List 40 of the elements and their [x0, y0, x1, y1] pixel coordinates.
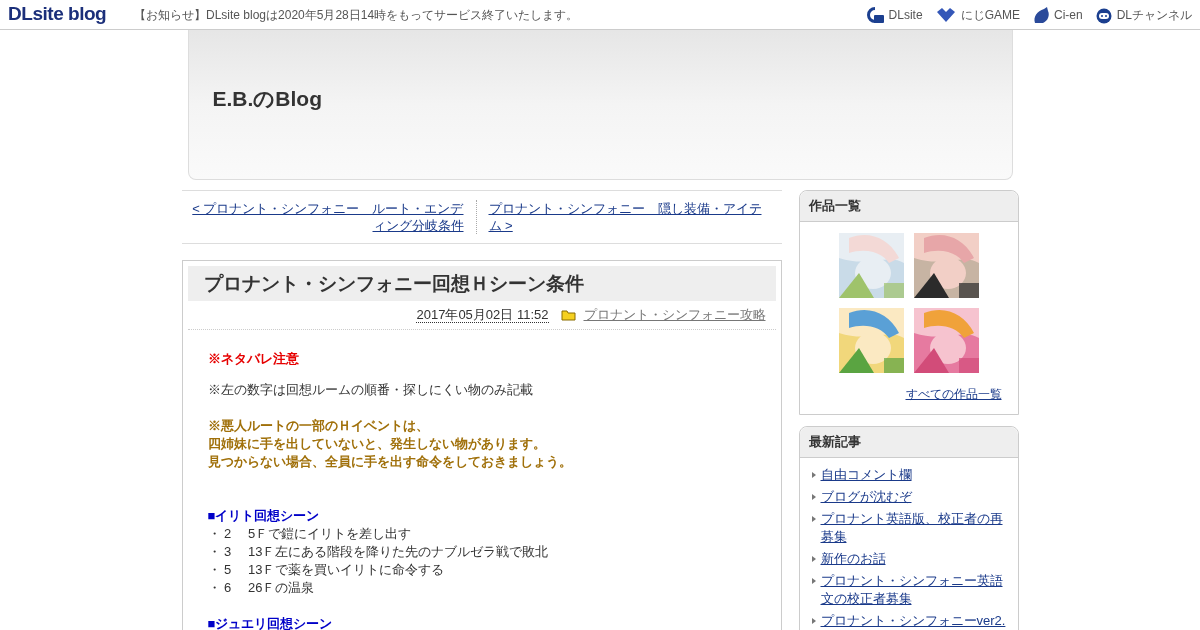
site-link[interactable]: DLsite [864, 4, 923, 25]
bullet-icon [811, 493, 816, 500]
recent-post-link[interactable]: プロナント英語版、校正者の再募集 [820, 509, 1006, 546]
panel-title: 作品一覧 [799, 191, 1018, 222]
site-link[interactable]: Ci-en [1031, 5, 1083, 24]
heart-icon [934, 5, 957, 24]
text-line: ・ 3 13Ｆ左にある階段を降りた先のナブルゼラ戦で敗北 [207, 543, 550, 561]
bullet-icon [811, 471, 816, 478]
folder-icon [560, 309, 576, 321]
recent-post-link[interactable]: ブログが沈むぞ [820, 487, 912, 506]
all-works-link[interactable]: すべての作品一覧 [905, 387, 1002, 401]
text-line: ・ 5 13Ｆで薬を買いイリトに命令する [207, 561, 446, 579]
text-line: 見つからない場合、全員に手を出す命令をしておきましょう。 [207, 453, 573, 471]
recent-post-link[interactable]: プロナント・シンフォニー英語文の校正者募集 [820, 571, 1006, 608]
next-post-link[interactable]: プロナント・シンフォニー 隠し装備・アイテム > [488, 200, 767, 234]
panel-title: 最新記事 [799, 426, 1018, 458]
section-heading: ■ジュエリ回想シーン [207, 615, 334, 630]
text-line: ※ネタバレ注意 [207, 350, 300, 368]
site-link[interactable]: にじGAME [934, 5, 1020, 24]
recent-post-link[interactable]: プロナント・シンフォニーver2. [820, 611, 1006, 630]
notice-text: 【お知らせ】DLsite blogは2020年5月28日14時をもってサービス終了いたします。 [134, 6, 579, 24]
text-line: ※悪人ルートの一部のＨイベントは、 [207, 417, 430, 435]
recent-post-link[interactable]: 新作のお話 [820, 549, 886, 568]
bullet-icon [811, 577, 816, 584]
site-link[interactable]: DLチャンネル [1094, 5, 1192, 24]
text-line: ・ 2 5Ｆで鎧にイリトを差し出す [207, 525, 413, 543]
text-line: ・ 6 26Ｆの温泉 [207, 579, 316, 597]
blog-title[interactable]: E.B.のBlog [212, 82, 322, 115]
bullet-icon [811, 515, 816, 522]
logo[interactable]: DLsite blog [8, 0, 134, 29]
text-line: 四姉妹に手を出していないと、発生しない物があります。 [207, 435, 547, 453]
text-line: ※左の数字は回想ルームの順番・探しにくい物のみ記載 [207, 381, 534, 399]
bullet-icon [811, 617, 816, 624]
article-title: プロナント・シンフォニー回想Ｈシーン条件 [187, 266, 776, 301]
previous-post-link[interactable]: < プロナント・シンフォニー ルート・エンディング分岐条件 [181, 200, 464, 234]
post-date: 2017年05月02日 11:52 [416, 307, 549, 323]
bullet-icon [811, 555, 816, 562]
category-link[interactable]: プロナント・シンフォニー攻略 [583, 305, 766, 325]
section-heading: ■イリト回想シーン [207, 507, 321, 525]
recent-post-link[interactable]: 自由コメント欄 [820, 465, 912, 484]
